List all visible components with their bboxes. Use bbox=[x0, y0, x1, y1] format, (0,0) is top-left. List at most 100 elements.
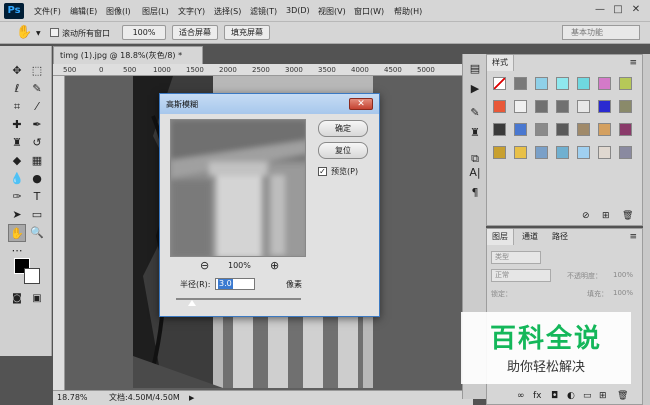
shape-tool-icon[interactable]: ▭ bbox=[28, 206, 46, 224]
zoom-out-icon[interactable]: ⊖ bbox=[200, 260, 209, 272]
fill-screen-button[interactable]: 填充屏幕 bbox=[224, 25, 270, 40]
trash-icon[interactable]: 🗑 bbox=[622, 211, 633, 221]
status-zoom[interactable]: 18.78% bbox=[57, 391, 88, 405]
dodge-tool-icon[interactable]: ● bbox=[28, 170, 46, 188]
style-swatch[interactable] bbox=[598, 146, 611, 159]
quick-mask-icon[interactable]: ◙ bbox=[8, 290, 26, 308]
style-swatch[interactable] bbox=[514, 123, 527, 136]
workspace-select[interactable]: 基本功能 bbox=[562, 25, 640, 40]
maximize-icon[interactable]: □ bbox=[610, 3, 626, 17]
style-swatch[interactable] bbox=[556, 100, 569, 113]
eraser-tool-icon[interactable]: ◆ bbox=[8, 152, 26, 170]
style-swatch[interactable] bbox=[493, 77, 506, 90]
adjustment-icon[interactable]: ◐ bbox=[567, 391, 575, 401]
layer-kind-filter[interactable]: 类型 bbox=[491, 251, 541, 264]
link-layers-icon[interactable]: ∞ bbox=[517, 391, 525, 401]
blend-mode-select[interactable]: 正常 bbox=[491, 269, 551, 282]
style-swatch[interactable] bbox=[598, 77, 611, 90]
lasso-tool-icon[interactable]: ℓ bbox=[8, 80, 26, 98]
tab-channels[interactable]: 通道 bbox=[517, 229, 543, 245]
reset-button[interactable]: 复位 bbox=[318, 142, 368, 159]
panel-menu-icon[interactable]: ≡ bbox=[629, 58, 637, 68]
tab-styles[interactable]: 样式 bbox=[487, 55, 514, 71]
dialog-titlebar[interactable]: 高斯模糊 ✕ bbox=[160, 94, 379, 114]
minimize-icon[interactable]: — bbox=[592, 3, 608, 17]
style-swatch[interactable] bbox=[619, 146, 632, 159]
screen-mode-icon[interactable]: ▣ bbox=[28, 290, 46, 308]
style-swatch[interactable] bbox=[577, 77, 590, 90]
new-style-icon[interactable]: ⊞ bbox=[602, 211, 610, 221]
zoom-tool-icon[interactable]: 🔍 bbox=[28, 224, 46, 242]
no-style-icon[interactable]: ⊘ bbox=[582, 211, 590, 221]
chevron-down-icon[interactable]: ▼ bbox=[36, 30, 41, 37]
fx-icon[interactable]: fx bbox=[533, 391, 542, 401]
style-swatch[interactable] bbox=[514, 77, 527, 90]
path-select-icon[interactable]: ➤ bbox=[8, 206, 26, 224]
fit-screen-button[interactable]: 适合屏幕 bbox=[172, 25, 218, 40]
opacity-value[interactable]: 100% bbox=[613, 271, 633, 279]
style-swatch[interactable] bbox=[514, 100, 527, 113]
new-layer-icon[interactable]: ⊞ bbox=[599, 391, 607, 401]
move-tool-icon[interactable]: ✥ bbox=[8, 62, 26, 80]
close-icon[interactable]: ✕ bbox=[349, 98, 373, 110]
marquee-tool-icon[interactable]: ⬚ bbox=[28, 62, 46, 80]
background-color-swatch[interactable] bbox=[24, 268, 40, 284]
menu-select[interactable]: 选择(S) bbox=[214, 6, 241, 17]
preview-checkbox[interactable]: ✓ bbox=[318, 167, 327, 176]
paragraph-panel-icon[interactable]: ¶ bbox=[466, 184, 484, 202]
panel-menu-icon[interactable]: ≡ bbox=[629, 232, 637, 242]
style-swatch[interactable] bbox=[514, 146, 527, 159]
clone-source-icon[interactable]: ♜ bbox=[466, 124, 484, 142]
zoom-in-icon[interactable]: ⊕ bbox=[270, 260, 279, 272]
radius-slider-thumb[interactable] bbox=[188, 300, 197, 306]
menu-3d[interactable]: 3D(D) bbox=[286, 6, 310, 15]
panel-scrollbar[interactable] bbox=[643, 54, 650, 405]
radius-input[interactable]: 3.0 bbox=[215, 278, 255, 290]
tab-layers[interactable]: 图层 bbox=[487, 229, 514, 245]
menu-file[interactable]: 文件(F) bbox=[34, 6, 61, 17]
mask-icon[interactable]: ◘ bbox=[551, 391, 558, 401]
tab-paths[interactable]: 路径 bbox=[547, 229, 573, 245]
delete-layer-icon[interactable]: 🗑 bbox=[617, 391, 628, 401]
menu-layer[interactable]: 图层(L) bbox=[142, 6, 169, 17]
style-swatch[interactable] bbox=[535, 123, 548, 136]
style-swatch[interactable] bbox=[619, 100, 632, 113]
style-swatch[interactable] bbox=[556, 77, 569, 90]
style-swatch[interactable] bbox=[535, 146, 548, 159]
status-arrow-icon[interactable]: ▶ bbox=[189, 391, 194, 405]
group-icon[interactable]: ▭ bbox=[583, 391, 592, 401]
fill-value[interactable]: 100% bbox=[613, 289, 633, 297]
menu-filter[interactable]: 滤镜(T) bbox=[250, 6, 277, 17]
menu-window[interactable]: 窗口(W) bbox=[354, 6, 384, 17]
style-swatch[interactable] bbox=[535, 77, 548, 90]
pen-tool-icon[interactable]: ✑ bbox=[8, 188, 26, 206]
character-panel-icon[interactable]: A| bbox=[466, 164, 484, 182]
type-tool-icon[interactable]: T bbox=[28, 188, 46, 206]
style-swatch[interactable] bbox=[556, 146, 569, 159]
brush-panel-icon[interactable]: ✎ bbox=[466, 104, 484, 122]
healing-brush-icon[interactable]: ✚ bbox=[8, 116, 26, 134]
blur-preview[interactable] bbox=[170, 119, 306, 257]
style-swatch[interactable] bbox=[577, 123, 590, 136]
style-swatch[interactable] bbox=[493, 123, 506, 136]
style-swatch[interactable] bbox=[535, 100, 548, 113]
blur-tool-icon[interactable]: 💧 bbox=[8, 170, 26, 188]
hand-tool-active-icon[interactable]: ✋ bbox=[8, 224, 26, 242]
brush-tool-icon[interactable]: ✒ bbox=[28, 116, 46, 134]
quick-select-icon[interactable]: ✎ bbox=[28, 80, 46, 98]
style-swatch[interactable] bbox=[577, 100, 590, 113]
ok-button[interactable]: 确定 bbox=[318, 120, 368, 137]
style-swatch[interactable] bbox=[556, 123, 569, 136]
menu-image[interactable]: 图像(I) bbox=[106, 6, 131, 17]
document-tab[interactable]: timg (1).jpg @ 18.8%(灰色/8) * bbox=[53, 46, 203, 64]
style-swatch[interactable] bbox=[577, 146, 590, 159]
style-swatch[interactable] bbox=[493, 100, 506, 113]
style-swatch[interactable] bbox=[493, 146, 506, 159]
menu-edit[interactable]: 编辑(E) bbox=[70, 6, 97, 17]
zoom-100-button[interactable]: 100% bbox=[122, 25, 166, 40]
scroll-all-checkbox[interactable] bbox=[50, 28, 59, 37]
style-swatch[interactable] bbox=[619, 77, 632, 90]
history-brush-icon[interactable]: ↺ bbox=[28, 134, 46, 152]
style-swatch[interactable] bbox=[598, 100, 611, 113]
eyedropper-icon[interactable]: ⁄ bbox=[28, 98, 46, 116]
